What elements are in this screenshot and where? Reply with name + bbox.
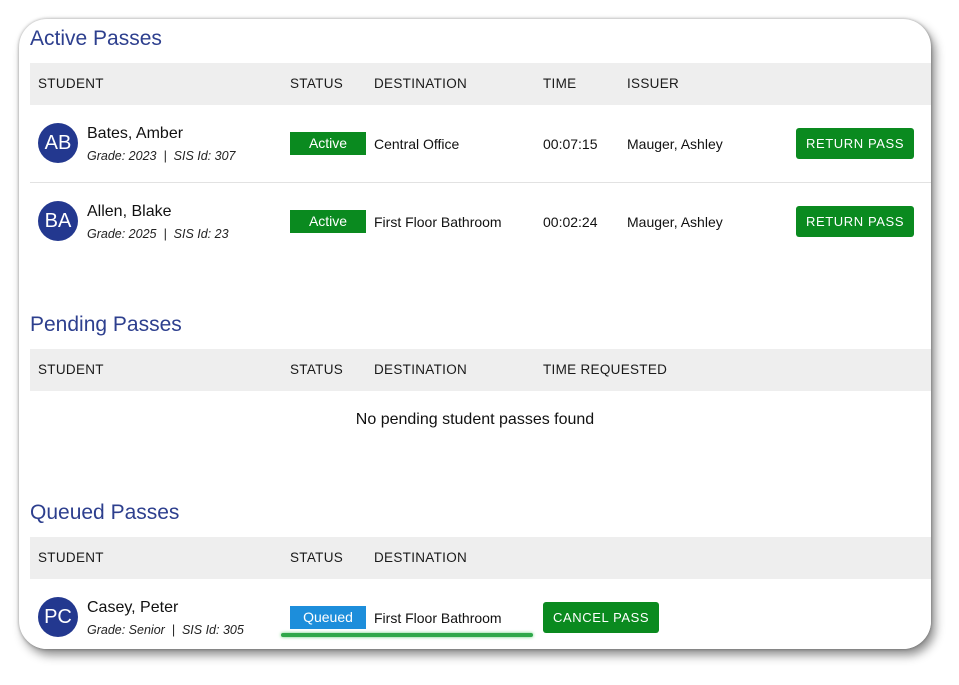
return-pass-button[interactable]: RETURN PASS xyxy=(796,128,915,159)
queued-table-header: STUDENT STATUS DESTINATION xyxy=(30,537,931,579)
table-row: AB Bates, Amber Grade: 2023 | SIS Id: 30… xyxy=(30,105,931,183)
header-student: STUDENT xyxy=(38,550,104,565)
header-issuer: ISSUER xyxy=(627,76,680,91)
student-name: Bates, Amber xyxy=(87,125,184,142)
student-meta: Grade: 2023 | SIS Id: 307 xyxy=(87,149,236,163)
student-name: Casey, Peter xyxy=(87,599,179,616)
time: 00:07:15 xyxy=(543,136,598,152)
table-row: PC Casey, Peter Grade: Senior | SIS Id: … xyxy=(30,579,931,649)
header-status: STATUS xyxy=(290,76,344,91)
active-passes-title: Active Passes xyxy=(30,27,162,50)
issuer: Mauger, Ashley xyxy=(627,136,723,152)
destination: First Floor Bathroom xyxy=(374,610,502,626)
issuer: Mauger, Ashley xyxy=(627,214,723,230)
header-destination: DESTINATION xyxy=(374,76,468,91)
header-status: STATUS xyxy=(290,362,344,377)
cancel-pass-button[interactable]: CANCEL PASS xyxy=(543,602,660,633)
empty-state-message: No pending student passes found xyxy=(355,411,595,428)
status-badge: Active xyxy=(290,210,366,233)
passes-panel: Active Passes STUDENT STATUS DESTINATION… xyxy=(19,19,931,649)
pending-passes-title: Pending Passes xyxy=(30,313,182,336)
student-name: Allen, Blake xyxy=(87,203,172,220)
header-status: STATUS xyxy=(290,550,344,565)
student-meta: Grade: 2025 | SIS Id: 23 xyxy=(87,227,229,241)
time: 00:02:24 xyxy=(543,214,598,230)
header-time: TIME xyxy=(543,76,577,91)
destination: Central Office xyxy=(374,136,460,152)
highlight-underline xyxy=(281,633,533,637)
avatar: AB xyxy=(38,123,78,163)
student-meta: Grade: Senior | SIS Id: 305 xyxy=(87,623,244,637)
return-pass-button[interactable]: RETURN PASS xyxy=(796,206,915,237)
destination: First Floor Bathroom xyxy=(374,214,502,230)
header-destination: DESTINATION xyxy=(374,362,468,377)
avatar: BA xyxy=(38,201,78,241)
table-row: BA Allen, Blake Grade: 2025 | SIS Id: 23… xyxy=(30,183,931,260)
pending-table-header: STUDENT STATUS DESTINATION TIME REQUESTE… xyxy=(30,349,931,391)
header-student: STUDENT xyxy=(38,76,104,91)
queued-passes-title: Queued Passes xyxy=(30,501,180,524)
avatar: PC xyxy=(38,597,78,637)
status-badge: Active xyxy=(290,132,366,155)
header-destination: DESTINATION xyxy=(374,550,468,565)
header-student: STUDENT xyxy=(38,362,104,377)
status-badge: Queued xyxy=(290,606,366,629)
header-time-requested: TIME REQUESTED xyxy=(543,362,668,377)
active-table-header: STUDENT STATUS DESTINATION TIME ISSUER xyxy=(30,63,931,105)
